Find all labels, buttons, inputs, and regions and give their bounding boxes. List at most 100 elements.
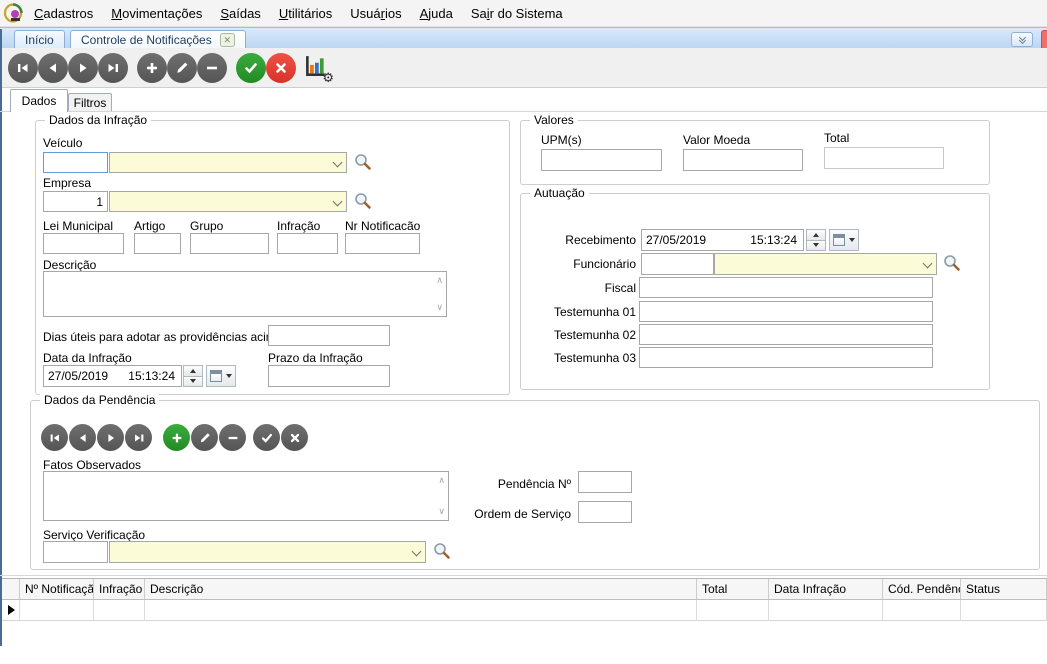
testemunha-01-input[interactable] xyxy=(639,301,933,322)
insert-record-button[interactable] xyxy=(137,53,167,83)
prazo-infracao-input[interactable] xyxy=(268,365,390,387)
fatos-observados-memo[interactable]: ∧ ∨ xyxy=(43,471,449,521)
grid-top-divider xyxy=(0,575,1047,576)
grid-cell[interactable] xyxy=(883,600,961,621)
menu-sair-do-sistema[interactable]: Sair do Sistema xyxy=(462,1,572,26)
total-input[interactable] xyxy=(824,147,944,169)
grid-cell[interactable] xyxy=(961,600,1047,621)
recebimento-calendar-button[interactable] xyxy=(829,229,859,251)
pendencia-last-button[interactable] xyxy=(125,424,152,451)
lei-municipal-input[interactable] xyxy=(43,233,124,254)
group-title: Dados da Infração xyxy=(45,113,151,127)
upm-label: UPM(s) xyxy=(541,133,582,147)
group-autuacao: Autuação Recebimento 27/05/2019 15:13:24… xyxy=(520,193,990,390)
spin-down-icon[interactable] xyxy=(183,377,203,388)
menu-utilitarios[interactable]: Utilitários xyxy=(270,1,341,26)
group-title: Autuação xyxy=(530,186,589,200)
grid-cell[interactable] xyxy=(769,600,883,621)
servico-code-input[interactable] xyxy=(43,541,108,563)
veiculo-code-input[interactable] xyxy=(43,152,108,173)
menu-cadastros[interactable]: Cadastros xyxy=(25,1,102,26)
infracao-input[interactable] xyxy=(277,233,338,254)
delete-record-button[interactable] xyxy=(197,53,227,83)
dropdown-arrow-icon xyxy=(226,374,232,378)
empresa-combobox[interactable] xyxy=(109,191,347,212)
menu-ajuda[interactable]: Ajuda xyxy=(411,1,462,26)
descricao-memo[interactable]: ∧ ∨ xyxy=(43,271,447,317)
chart-settings-button[interactable]: ⚙ xyxy=(303,54,331,82)
pendencia-next-button[interactable] xyxy=(97,424,124,451)
spin-up-icon[interactable] xyxy=(806,229,826,241)
dias-uteis-label: Dias úteis para adotar as providências a… xyxy=(43,330,282,344)
spin-down-icon[interactable] xyxy=(806,241,826,252)
funcionario-combobox[interactable] xyxy=(714,253,937,275)
recebimento-datetime[interactable]: 27/05/2019 15:13:24 xyxy=(641,229,804,251)
gear-icon: ⚙ xyxy=(322,70,334,86)
valor-moeda-input[interactable] xyxy=(683,149,803,171)
tab-overflow-button[interactable] xyxy=(1011,32,1033,47)
grid-header-data-infracao[interactable]: Data Infração xyxy=(769,579,883,600)
funcionario-search-icon[interactable] xyxy=(943,254,961,272)
recebimento-spinner[interactable] xyxy=(806,229,826,251)
spin-up-icon[interactable] xyxy=(183,365,203,377)
grid-header-status[interactable]: Status xyxy=(961,579,1047,600)
upm-input[interactable] xyxy=(541,149,662,171)
menu-movimentacoes[interactable]: Movimentações xyxy=(102,1,211,26)
testemunha-02-input[interactable] xyxy=(639,324,933,345)
grupo-input[interactable] xyxy=(190,233,269,254)
menu-saidas[interactable]: Saídas xyxy=(211,1,269,26)
pendencia-cancel-button[interactable] xyxy=(281,424,308,451)
empresa-code-input[interactable] xyxy=(43,191,108,212)
edit-record-button[interactable] xyxy=(167,53,197,83)
tab-inicio[interactable]: Início xyxy=(14,30,65,49)
grid-cell[interactable] xyxy=(145,600,697,621)
pendencia-prior-button[interactable] xyxy=(69,424,96,451)
servico-search-icon[interactable] xyxy=(433,542,451,560)
tab-dados[interactable]: Dados xyxy=(10,89,68,112)
pendencia-numero-input[interactable] xyxy=(578,471,632,493)
tab-close-icon[interactable]: ✕ xyxy=(220,33,235,47)
veiculo-search-icon[interactable] xyxy=(354,153,372,171)
tab-filtros[interactable]: Filtros xyxy=(68,93,112,112)
first-record-button[interactable] xyxy=(8,53,38,83)
servico-verificacao-combobox[interactable] xyxy=(109,541,426,563)
data-infracao-spinner[interactable] xyxy=(183,365,203,387)
pendencia-post-button[interactable] xyxy=(253,424,280,451)
pendencia-delete-button[interactable] xyxy=(219,424,246,451)
grid-cell[interactable] xyxy=(697,600,769,621)
page-left-border xyxy=(0,29,2,646)
pendencia-edit-button[interactable] xyxy=(191,424,218,451)
next-record-button[interactable] xyxy=(68,53,98,83)
grid-header-cod-pendencia[interactable]: Cód. Pendência xyxy=(883,579,961,600)
data-infracao-calendar-button[interactable] xyxy=(206,365,236,387)
ordem-de-servico-input[interactable] xyxy=(578,501,632,523)
grid-cell[interactable] xyxy=(94,600,145,621)
fiscal-input[interactable] xyxy=(639,277,933,298)
group-valores: Valores UPM(s) Valor Moeda Total xyxy=(520,120,990,185)
funcionario-code-input[interactable] xyxy=(641,253,714,275)
grid-header-n-notificacao[interactable]: Nº Notificação xyxy=(20,579,94,600)
grid-header-infracao[interactable]: Infração xyxy=(94,579,145,600)
menu-bar: Cadastros Movimentações Saídas Utilitári… xyxy=(0,0,1047,27)
cancel-record-button[interactable] xyxy=(266,53,296,83)
nr-notificacao-input[interactable] xyxy=(345,233,420,254)
prior-record-button[interactable] xyxy=(38,53,68,83)
grid-cell[interactable] xyxy=(20,600,94,621)
testemunha-03-input[interactable] xyxy=(639,347,933,368)
lei-municipal-label: Lei Municipal xyxy=(43,219,113,233)
pendencia-insert-button[interactable] xyxy=(163,424,190,451)
last-record-button[interactable] xyxy=(98,53,128,83)
empresa-search-icon[interactable] xyxy=(354,192,372,210)
artigo-input[interactable] xyxy=(134,233,181,254)
pendencia-first-button[interactable] xyxy=(41,424,68,451)
grid-header-total[interactable]: Total xyxy=(697,579,769,600)
veiculo-combobox[interactable] xyxy=(109,152,347,173)
post-record-button[interactable] xyxy=(236,53,266,83)
data-infracao-datetime[interactable]: 27/05/2019 15:13:24 xyxy=(43,365,182,387)
scroll-down-icon[interactable]: ∨ xyxy=(436,303,443,312)
menu-usuarios[interactable]: Usuários xyxy=(341,1,410,26)
grid-header-descricao[interactable]: Descrição xyxy=(145,579,697,600)
scroll-up-icon[interactable]: ∧ xyxy=(436,276,443,285)
dias-uteis-input[interactable] xyxy=(268,325,390,346)
tab-controle-de-notificacoes[interactable]: Controle de Notificações ✕ xyxy=(70,30,246,49)
